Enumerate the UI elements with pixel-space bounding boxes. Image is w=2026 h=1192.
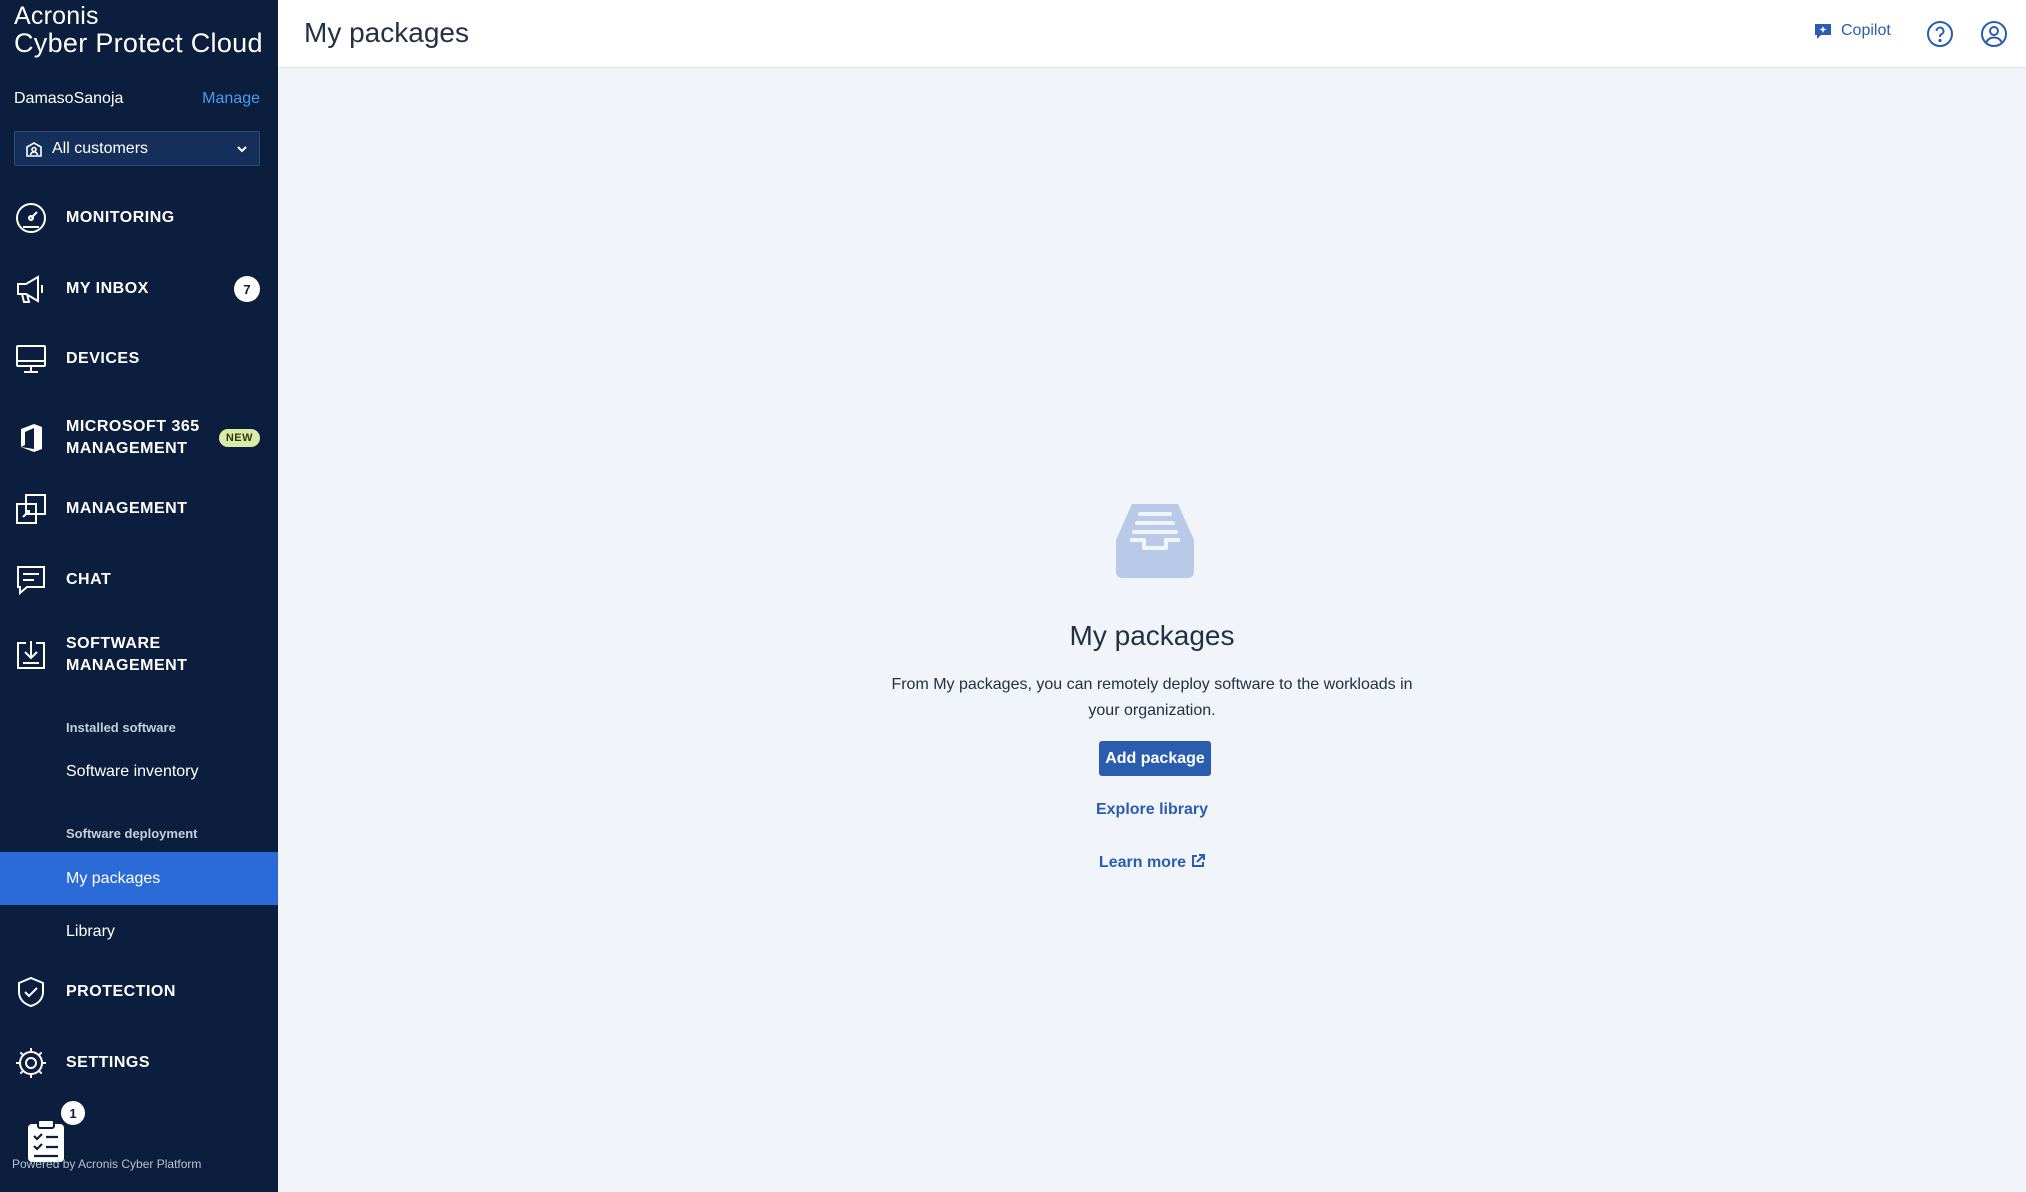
page-title: My packages: [304, 17, 469, 48]
sidebar-item-microsoft-365[interactable]: MICROSOFT 365 MANAGEMENT NEW: [0, 416, 278, 460]
sidebar-item-inbox[interactable]: MY INBOX 7: [0, 272, 278, 306]
submenu-item-my-packages[interactable]: My packages: [0, 852, 278, 905]
learn-more-label: Learn more: [1098, 854, 1187, 871]
empty-state-description: From My packages, you can remotely deplo…: [891, 676, 1413, 719]
inbox-count-badge: 7: [234, 276, 260, 302]
add-package-button[interactable]: Add package: [1099, 741, 1211, 776]
sidebar-item-settings[interactable]: SETTINGS: [0, 1046, 278, 1080]
sidebar-item-label-line1: SOFTWARE: [66, 635, 161, 652]
sidebar-item-label-line2: MANAGEMENT: [66, 440, 188, 457]
management-icon: [16, 494, 46, 524]
sidebar-item-label: MONITORING: [66, 209, 175, 226]
submenu-item-software-inventory[interactable]: Software inventory: [0, 745, 278, 798]
explore-library-label: Explore library: [1095, 801, 1209, 818]
customers-icon: [26, 141, 42, 157]
external-link-icon: [1192, 854, 1206, 867]
sidebar-item-devices[interactable]: DEVICES: [0, 342, 278, 376]
new-badge: NEW: [218, 429, 260, 447]
empty-state: My packages From My packages, you can re…: [278, 68, 2026, 1192]
brand-name: Acronis: [14, 2, 99, 30]
brand-product: Cyber Protect Cloud: [14, 28, 263, 58]
gauge-icon: [16, 203, 46, 233]
sidebar-item-label: MY INBOX: [66, 280, 149, 297]
top-header: My packages Copilot: [278, 0, 2026, 68]
submenu-heading-installed: Installed software: [66, 720, 176, 735]
brand-logo: Acronis Cyber Protect Cloud: [14, 4, 263, 57]
sidebar-item-monitoring[interactable]: MONITORING: [0, 201, 278, 235]
sidebar-item-management[interactable]: MANAGEMENT: [0, 492, 278, 526]
help-icon[interactable]: [1926, 20, 1954, 48]
explore-library-link[interactable]: Explore library: [278, 801, 2026, 819]
software-download-icon: [17, 641, 45, 669]
gear-icon: [16, 1048, 46, 1078]
tenant-selector[interactable]: All customers: [14, 131, 260, 166]
chevron-down-icon: [237, 145, 247, 152]
megaphone-icon: [17, 275, 43, 303]
sidebar-item-label: SETTINGS: [66, 1054, 151, 1071]
sidebar-item-label: MANAGEMENT: [66, 500, 188, 517]
office-icon: [21, 424, 42, 452]
account-username: DamasoSanoja: [14, 90, 124, 107]
submenu-item-library[interactable]: Library: [0, 905, 278, 958]
account-row: DamasoSanoja Manage: [14, 90, 260, 108]
empty-state-title: My packages: [1069, 620, 1235, 651]
submenu-heading-deployment: Software deployment: [66, 826, 198, 841]
manage-link[interactable]: Manage: [202, 90, 260, 108]
copilot-label: Copilot: [1841, 22, 1891, 39]
sidebar-item-software-management[interactable]: SOFTWARE MANAGEMENT: [0, 633, 278, 677]
sidebar: Acronis Cyber Protect Cloud DamasoSanoja…: [0, 0, 278, 1192]
chat-icon: [17, 566, 45, 596]
sidebar-item-label: DEVICES: [66, 350, 140, 367]
copilot-icon: [1815, 24, 1831, 39]
sidebar-item-protection[interactable]: PROTECTION: [0, 975, 278, 1009]
inbox-tray-icon: [1116, 504, 1194, 578]
sidebar-item-chat[interactable]: CHAT: [0, 563, 278, 597]
shield-icon: [18, 976, 44, 1008]
user-account-icon[interactable]: [1980, 20, 2008, 48]
sidebar-item-label: PROTECTION: [66, 983, 176, 1000]
monitor-icon: [16, 345, 46, 373]
learn-more-link[interactable]: Learn more: [278, 854, 2026, 872]
tenant-selector-value: All customers: [52, 139, 149, 157]
sidebar-item-label-line2: MANAGEMENT: [66, 657, 188, 674]
sidebar-item-label-line1: MICROSOFT 365: [66, 418, 200, 435]
copilot-button[interactable]: Copilot: [1814, 22, 1891, 40]
sidebar-item-label: CHAT: [66, 571, 112, 588]
powered-by-text: Powered by Acronis Cyber Platform: [12, 1157, 202, 1171]
tasks-count-badge: 1: [59, 1099, 87, 1127]
